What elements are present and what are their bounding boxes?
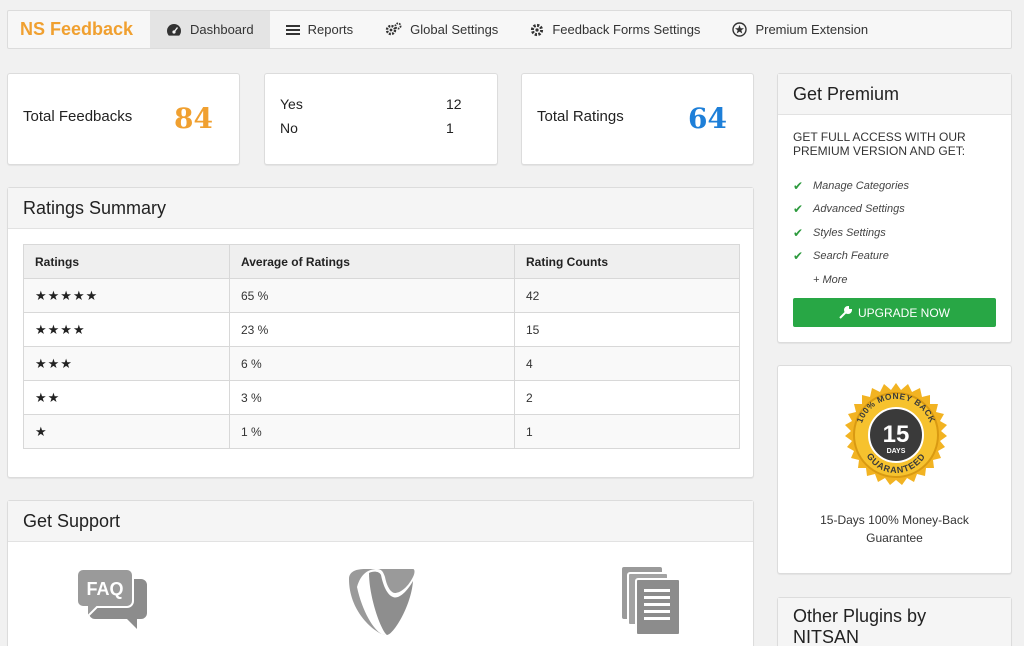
- upgrade-now-button[interactable]: UPGRADE NOW: [793, 298, 996, 327]
- nav-feedback-forms-settings[interactable]: Feedback Forms Settings: [514, 11, 716, 48]
- rating-count: 42: [514, 278, 740, 313]
- total-feedbacks-card: Total Feedbacks 84: [7, 73, 240, 165]
- money-back-caption-line1: 15-Days 100% Money-Back: [820, 513, 969, 527]
- nav-feedback-forms-settings-label: Feedback Forms Settings: [552, 22, 701, 37]
- badge-days-label: DAYS: [887, 448, 906, 455]
- yes-value: 12: [446, 96, 462, 112]
- faq-icon[interactable]: FAQ: [77, 567, 149, 637]
- money-back-panel: 100% MONEY BACK GUARANTEED 15 DAYS 15-Da…: [777, 365, 1012, 574]
- other-plugins-title-line1: Other Plugins by: [793, 606, 927, 626]
- check-icon: ✔: [793, 225, 804, 240]
- rating-count: 15: [514, 312, 740, 347]
- yes-label: Yes: [280, 96, 303, 112]
- star-badge-icon: [732, 22, 748, 37]
- upgrade-now-label: UPGRADE NOW: [857, 305, 950, 320]
- list-item: ✔ Advanced Settings: [793, 198, 909, 222]
- ratings-table: Ratings Average of Ratings Rating Counts…: [23, 244, 740, 449]
- brand-title[interactable]: NS Feedback: [8, 11, 150, 48]
- check-icon: ✔: [793, 249, 804, 264]
- nav-global-settings-label: Global Settings: [410, 22, 499, 37]
- table-row: ★★★★ 23 % 15: [23, 312, 740, 347]
- total-ratings-label: Total Ratings: [537, 108, 624, 125]
- rating-average: 65 %: [229, 278, 515, 313]
- no-value: 1: [446, 120, 454, 136]
- feature-label: Manage Categories: [813, 179, 910, 192]
- total-feedbacks-value: 84: [174, 102, 213, 135]
- other-plugins-title-line2: NITSAN: [793, 627, 860, 646]
- total-feedbacks-label: Total Feedbacks: [23, 108, 133, 125]
- nav-dashboard-label: Dashboard: [190, 22, 254, 37]
- get-support-title: Get Support: [8, 501, 753, 542]
- table-row: ★ 1 % 1: [23, 414, 740, 449]
- documentation-icon[interactable]: [620, 565, 682, 637]
- ratings-table-header: Ratings Average of Ratings Rating Counts: [23, 244, 740, 279]
- rating-average: 6 %: [229, 346, 515, 381]
- list-item: ✔ Manage Categories: [793, 174, 909, 198]
- rating-stars: ★★: [23, 380, 230, 415]
- column-header-average: Average of Ratings: [229, 244, 515, 279]
- ratings-summary-title: Ratings Summary: [8, 188, 753, 229]
- feature-label: Search Feature: [813, 250, 889, 263]
- money-back-caption-line2: Guarantee: [866, 531, 923, 545]
- nav-reports-label: Reports: [307, 22, 354, 37]
- wrench-icon: [839, 306, 852, 319]
- no-label: No: [280, 120, 298, 136]
- rating-stars: ★: [23, 414, 230, 449]
- typo3-icon[interactable]: [347, 567, 417, 637]
- feature-label: Styles Settings: [813, 226, 886, 239]
- nav-global-settings[interactable]: Global Settings: [369, 11, 514, 48]
- total-ratings-value: 64: [688, 102, 727, 135]
- rating-stars: ★★★: [23, 346, 230, 381]
- list-item: ✔ Search Feature: [793, 245, 909, 269]
- yes-no-card: Yes 12 No 1: [264, 73, 498, 165]
- table-row: ★★★★★ 65 % 42: [23, 278, 740, 313]
- money-back-badge: 100% MONEY BACK GUARANTEED 15 DAYS: [845, 383, 947, 485]
- get-premium-title: Get Premium: [778, 74, 1011, 115]
- cogs-icon: [385, 22, 402, 36]
- rating-average: 1 %: [229, 414, 515, 449]
- top-navigation: NS Feedback Dashboard Reports Global Set…: [7, 10, 1012, 49]
- other-plugins-title: Other Plugins by NITSAN: [778, 598, 1011, 646]
- faq-text: FAQ: [86, 579, 123, 599]
- ratings-summary-panel: Ratings Summary Ratings Average of Ratin…: [7, 187, 754, 478]
- get-premium-panel: Get Premium GET FULL ACCESS WITH OUR PRE…: [777, 73, 1012, 343]
- column-header-ratings: Ratings: [23, 244, 230, 279]
- rating-count: 2: [514, 380, 740, 415]
- money-back-caption: 15-Days 100% Money-Back Guarantee: [778, 511, 1011, 547]
- nav-dashboard[interactable]: Dashboard: [150, 11, 270, 48]
- rating-count: 4: [514, 346, 740, 381]
- get-support-panel: Get Support FAQ: [7, 500, 754, 646]
- table-row: ★★ 3 % 2: [23, 380, 740, 415]
- gear-icon: [531, 23, 544, 36]
- rating-average: 3 %: [229, 380, 515, 415]
- nav-premium-extension-label: Premium Extension: [755, 22, 869, 37]
- other-plugins-panel: Other Plugins by NITSAN: [777, 597, 1012, 646]
- rating-stars: ★★★★: [23, 312, 230, 347]
- check-icon: ✔: [793, 202, 804, 217]
- rating-stars: ★★★★★: [23, 278, 230, 313]
- rating-count: 1: [514, 414, 740, 449]
- check-icon: ✔: [793, 178, 804, 193]
- more-features-label: + More: [813, 273, 848, 286]
- nav-premium-extension[interactable]: Premium Extension: [716, 11, 884, 48]
- list-item: + More: [793, 268, 909, 292]
- premium-feature-list: ✔ Manage Categories ✔ Advanced Settings ✔ S…: [793, 174, 909, 292]
- badge-days-number: 15: [883, 421, 910, 448]
- rating-average: 23 %: [229, 312, 515, 347]
- list-icon: [285, 24, 300, 35]
- total-ratings-card: Total Ratings 64: [521, 73, 754, 165]
- feature-label: Advanced Settings: [813, 203, 905, 216]
- table-row: ★★★ 6 % 4: [23, 346, 740, 381]
- dashboard-icon: [167, 24, 181, 36]
- list-item: ✔ Styles Settings: [793, 221, 909, 245]
- column-header-counts: Rating Counts: [514, 244, 740, 279]
- nav-reports[interactable]: Reports: [270, 11, 370, 48]
- premium-lead-text: GET FULL ACCESS WITH OUR PREMIUM VERSION…: [793, 130, 966, 158]
